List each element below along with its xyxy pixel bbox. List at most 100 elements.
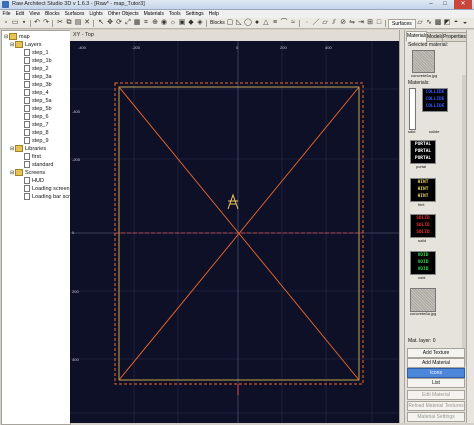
tab-models[interactable]: Models: [426, 32, 443, 42]
menu-other-objects[interactable]: Other Objects: [105, 10, 141, 18]
surface-endcap-icon[interactable]: ◒: [461, 19, 469, 27]
add-material-button[interactable]: Add Material: [407, 358, 465, 368]
tab-materials[interactable]: Materials: [406, 31, 427, 41]
paste-icon[interactable]: ▤: [74, 19, 82, 27]
vertex-icon[interactable]: ·: [303, 19, 311, 27]
close-button[interactable]: ✕: [454, 0, 472, 9]
delete-icon[interactable]: ✕: [83, 19, 91, 27]
tree-layers[interactable]: ⊟ Layers: [10, 41, 42, 49]
viewport-2d[interactable]: -400 -200 0 200 400 -400 -200 0 200 400: [70, 41, 399, 423]
shape-icon[interactable]: ◆: [187, 19, 195, 27]
tree-layer-item[interactable]: step_5b: [24, 105, 52, 113]
tree-layer-item[interactable]: step_1: [24, 49, 49, 57]
right-dock-strip[interactable]: [466, 30, 474, 423]
minimize-button[interactable]: –: [424, 0, 438, 9]
material-swatch-hint[interactable]: HINT HINT HINT: [410, 178, 436, 202]
tree-layer-item[interactable]: step_7: [24, 121, 49, 129]
list-view-button[interactable]: List: [407, 378, 465, 388]
material-swatch-void[interactable]: VOID VOID VOID: [410, 251, 436, 275]
block-wedge-icon[interactable]: ◺: [235, 19, 243, 27]
tree-root[interactable]: ⊟ map: [4, 33, 30, 41]
add-texture-button[interactable]: Add Texture: [407, 348, 465, 358]
grid-icon[interactable]: ▦: [133, 19, 141, 27]
mirror-icon[interactable]: ⇋: [348, 19, 356, 27]
new-file-icon[interactable]: ▫: [2, 19, 10, 27]
tree-layer-item[interactable]: step_3a: [24, 73, 52, 81]
mat-layer-value[interactable]: 0: [433, 338, 436, 344]
block-sphere-icon[interactable]: ●: [253, 19, 261, 27]
blocks-label[interactable]: Blocks: [210, 19, 225, 27]
material-swatch-sdid[interactable]: [409, 88, 416, 130]
zoom-icon[interactable]: ⊕: [151, 19, 159, 27]
block-cube-icon[interactable]: ▢: [226, 19, 234, 27]
tree-layer-item[interactable]: step_6: [24, 113, 49, 121]
align-icon[interactable]: ⇥: [357, 19, 365, 27]
material-swatch-portal[interactable]: PORTAL PORTAL PORTAL: [410, 140, 436, 164]
menu-materials[interactable]: Materials: [141, 10, 166, 18]
material-settings-button[interactable]: Material Settings: [407, 412, 465, 422]
clip-icon[interactable]: ⊘: [339, 19, 347, 27]
save-icon[interactable]: ▪: [20, 19, 28, 27]
tree-libraries[interactable]: ⊟ Libraries: [10, 145, 46, 153]
tree-screens[interactable]: ⊟ Screens: [10, 169, 45, 177]
tree-library-item[interactable]: standard: [24, 161, 53, 169]
entity-icon[interactable]: ◈: [196, 19, 204, 27]
surfaces-button[interactable]: Surfaces: [388, 19, 416, 29]
block-terrain-icon[interactable]: ≈: [289, 19, 297, 27]
edit-material-button[interactable]: Edit Material: [407, 390, 465, 400]
scale-tool-icon[interactable]: ⤢: [124, 19, 132, 27]
snap-icon[interactable]: ⌗: [142, 19, 150, 27]
block-pyramid-icon[interactable]: △: [262, 19, 270, 27]
surface-curve-icon[interactable]: ∿: [425, 19, 433, 27]
light-icon[interactable]: ☼: [169, 19, 177, 27]
tree-layer-item[interactable]: step_3b: [24, 81, 52, 89]
block-arch-icon[interactable]: ⌒: [280, 19, 288, 27]
tree-layer-item[interactable]: step_1b: [24, 57, 52, 65]
surface-plane-icon[interactable]: ▱: [416, 19, 424, 27]
camera-icon[interactable]: ◉: [160, 19, 168, 27]
redo-icon[interactable]: ↷: [42, 19, 50, 27]
face-icon[interactable]: ▱: [321, 19, 329, 27]
block-cylinder-icon[interactable]: ◯: [244, 19, 252, 27]
split-icon[interactable]: ⫽: [330, 19, 338, 27]
undo-icon[interactable]: ↶: [33, 19, 41, 27]
cut-icon[interactable]: ✂: [56, 19, 64, 27]
menu-file[interactable]: File: [0, 10, 13, 18]
menu-settings[interactable]: Settings: [183, 10, 206, 18]
edge-icon[interactable]: ／: [312, 19, 320, 27]
copy-icon[interactable]: ⧉: [65, 19, 73, 27]
tab-properties[interactable]: Properties: [442, 32, 467, 42]
tree-layer-item[interactable]: step_9: [24, 137, 49, 145]
group-icon[interactable]: ⊞: [366, 19, 374, 27]
reload-material-textures-button[interactable]: Reload Material Textures: [407, 401, 465, 411]
tree-screen-item[interactable]: Loading screen: [24, 185, 70, 193]
tree-layer-item[interactable]: step_5a: [24, 97, 52, 105]
menu-blocks[interactable]: Blocks: [42, 10, 62, 18]
menu-help[interactable]: Help: [206, 10, 221, 18]
menu-surfaces[interactable]: Surfaces: [62, 10, 87, 18]
texture-icon[interactable]: ▣: [178, 19, 186, 27]
move-tool-icon[interactable]: ✥: [106, 19, 114, 27]
select-tool-icon[interactable]: ↖: [97, 19, 105, 27]
tree-layer-item[interactable]: step_4: [24, 89, 49, 97]
material-swatch-solide[interactable]: COLLIDE COLLIDE COLLIDE: [422, 88, 448, 112]
open-folder-icon[interactable]: ▭: [11, 19, 19, 27]
material-swatch-concrete[interactable]: [410, 288, 436, 312]
rotate-tool-icon[interactable]: ⟳: [115, 19, 123, 27]
tree-library-item[interactable]: first: [24, 153, 41, 161]
tree-layer-item[interactable]: step_8: [24, 129, 49, 137]
tree-layer-item[interactable]: step_2: [24, 65, 49, 73]
surface-patch-icon[interactable]: ▩: [434, 19, 442, 27]
icons-view-button[interactable]: Icons: [407, 368, 465, 378]
menu-view[interactable]: View: [27, 10, 43, 18]
hollow-icon[interactable]: □: [375, 19, 383, 27]
menu-tools[interactable]: Tools: [166, 10, 183, 18]
material-swatch-solid[interactable]: SOLID SOLID SOLID: [410, 214, 436, 238]
tree-screen-item[interactable]: HUD: [24, 177, 44, 185]
menu-edit[interactable]: Edit: [13, 10, 27, 18]
menu-lights[interactable]: Lights: [87, 10, 105, 18]
surface-cap-icon[interactable]: ◓: [452, 19, 460, 27]
player-start-icon[interactable]: [227, 193, 239, 210]
maximize-button[interactable]: □: [438, 0, 452, 9]
block-stairs-icon[interactable]: ≡: [271, 19, 279, 27]
